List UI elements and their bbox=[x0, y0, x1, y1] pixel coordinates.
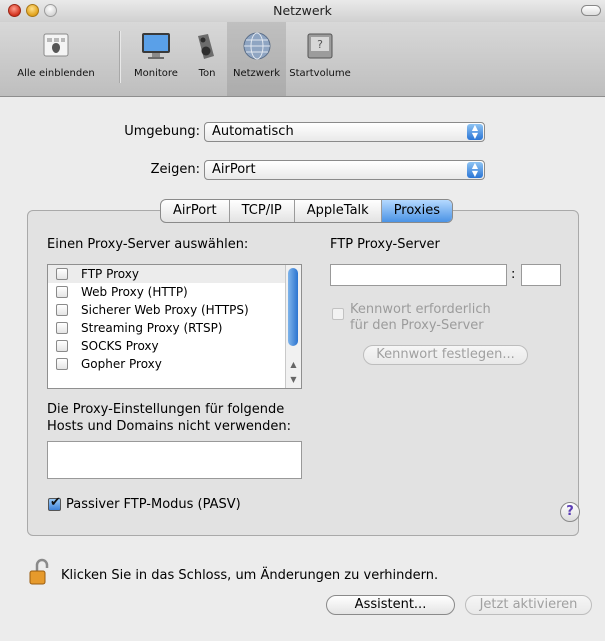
proxy-server-field[interactable] bbox=[330, 264, 507, 286]
proxy-checkbox[interactable] bbox=[56, 340, 68, 352]
scroll-down-arrow-icon[interactable]: ▼ bbox=[286, 373, 301, 387]
toolbar: Alle einblenden Monitore Ton Netzwerk ? … bbox=[0, 22, 605, 97]
monitor-icon bbox=[139, 30, 173, 62]
proxy-select-label: Einen Proxy-Server auswählen: bbox=[47, 237, 249, 252]
tab-appletalk[interactable]: AppleTalk bbox=[293, 200, 381, 222]
proxy-list: FTP Proxy Web Proxy (HTTP) Sicherer Web … bbox=[47, 264, 302, 389]
list-item[interactable]: FTP Proxy bbox=[48, 265, 301, 283]
toolbar-label: Monitore bbox=[134, 68, 178, 79]
checkmark-icon: ✔ bbox=[50, 495, 61, 510]
port-separator: : bbox=[511, 267, 516, 282]
zoom-button[interactable] bbox=[44, 4, 57, 17]
scrollbar-thumb[interactable] bbox=[288, 268, 298, 346]
toolbar-label: Startvolume bbox=[289, 68, 351, 79]
toolbar-toggle-button[interactable] bbox=[581, 5, 601, 16]
toolbar-item-network[interactable]: Netzwerk bbox=[227, 30, 286, 79]
toolbar-item-monitors[interactable]: Monitore bbox=[128, 30, 184, 79]
password-required-label: Kennwort erforderlich bbox=[350, 302, 491, 317]
proxy-checkbox[interactable] bbox=[56, 268, 68, 280]
title-bar: Netzwerk bbox=[0, 0, 605, 22]
toolbar-item-sound[interactable]: Ton bbox=[187, 30, 227, 79]
list-item-label: Gopher Proxy bbox=[81, 357, 162, 371]
tab-airport[interactable]: AirPort bbox=[161, 200, 229, 222]
proxy-server-title: FTP Proxy-Server bbox=[330, 237, 440, 252]
password-required-label-line2: für den Proxy-Server bbox=[350, 318, 484, 333]
location-value: Automatisch bbox=[212, 124, 294, 139]
startup-disk-icon: ? bbox=[303, 30, 337, 62]
list-item[interactable]: Web Proxy (HTTP) bbox=[48, 283, 301, 301]
speaker-icon bbox=[190, 30, 224, 62]
list-item-label: Sicherer Web Proxy (HTTPS) bbox=[81, 303, 249, 317]
svg-text:?: ? bbox=[317, 38, 323, 51]
toolbar-item-show-all[interactable]: Alle einblenden bbox=[0, 30, 112, 79]
set-password-button[interactable]: Kennwort festlegen... bbox=[363, 345, 528, 365]
list-item[interactable]: Gopher Proxy bbox=[48, 355, 301, 373]
bypass-label-line2: Hosts und Domains nicht verwenden: bbox=[47, 419, 291, 434]
list-item[interactable]: SOCKS Proxy bbox=[48, 337, 301, 355]
list-item[interactable]: Streaming Proxy (RTSP) bbox=[48, 319, 301, 337]
passive-ftp-label: Passiver FTP-Modus (PASV) bbox=[66, 497, 241, 512]
toolbar-label: Ton bbox=[198, 68, 216, 79]
popup-arrows-icon: ▲ ▼ bbox=[467, 162, 483, 178]
show-popup[interactable]: AirPort ▲ ▼ bbox=[204, 160, 485, 180]
scroll-up-arrow-icon[interactable]: ▲ bbox=[286, 358, 301, 372]
proxy-checkbox[interactable] bbox=[56, 322, 68, 334]
password-required-checkbox[interactable] bbox=[332, 308, 344, 320]
assistant-button[interactable]: Assistent... bbox=[326, 595, 455, 615]
list-item-label: SOCKS Proxy bbox=[81, 339, 159, 353]
list-item-label: Web Proxy (HTTP) bbox=[81, 285, 188, 299]
list-item-label: FTP Proxy bbox=[81, 267, 139, 281]
lock-hint-text: Klicken Sie in das Schloss, um Änderunge… bbox=[61, 568, 439, 583]
show-label: Zeigen: bbox=[150, 162, 200, 177]
help-button[interactable]: ? bbox=[560, 502, 580, 522]
apply-now-button[interactable]: Jetzt aktivieren bbox=[465, 595, 592, 615]
lock-icon[interactable] bbox=[28, 558, 50, 586]
location-popup[interactable]: Automatisch ▲ ▼ bbox=[204, 122, 485, 142]
location-label: Umgebung: bbox=[124, 124, 200, 139]
list-item[interactable]: Sicherer Web Proxy (HTTPS) bbox=[48, 301, 301, 319]
passive-ftp-checkbox[interactable]: ✔ bbox=[48, 495, 61, 511]
proxy-checkbox[interactable] bbox=[56, 286, 68, 298]
list-item-label: Streaming Proxy (RTSP) bbox=[81, 321, 223, 335]
toolbar-label: Netzwerk bbox=[232, 68, 281, 79]
network-preferences-window: Netzwerk Alle einblenden Monitore Ton Ne… bbox=[0, 0, 605, 641]
proxy-checkbox[interactable] bbox=[56, 304, 68, 316]
toolbar-label: Alle einblenden bbox=[17, 68, 95, 79]
popup-arrows-icon: ▲ ▼ bbox=[467, 124, 483, 140]
close-button[interactable] bbox=[8, 4, 21, 17]
show-all-icon bbox=[39, 30, 73, 62]
proxy-port-field[interactable] bbox=[521, 264, 561, 286]
show-value: AirPort bbox=[212, 162, 256, 177]
tab-tcpip[interactable]: TCP/IP bbox=[228, 200, 294, 222]
minimize-button[interactable] bbox=[26, 4, 39, 17]
bypass-hosts-field[interactable] bbox=[47, 441, 302, 479]
window-title: Netzwerk bbox=[273, 3, 332, 18]
bypass-label-line1: Die Proxy-Einstellungen für folgende bbox=[47, 402, 285, 417]
tab-bar: AirPort TCP/IP AppleTalk Proxies bbox=[160, 199, 453, 223]
network-globe-icon bbox=[240, 30, 274, 62]
tab-proxies[interactable]: Proxies bbox=[380, 200, 452, 222]
toolbar-item-startup-disk[interactable]: ? Startvolume bbox=[288, 30, 352, 79]
toolbar-separator bbox=[119, 31, 121, 83]
proxy-checkbox[interactable] bbox=[56, 358, 68, 370]
list-scrollbar[interactable]: ▲ ▼ bbox=[285, 265, 301, 388]
